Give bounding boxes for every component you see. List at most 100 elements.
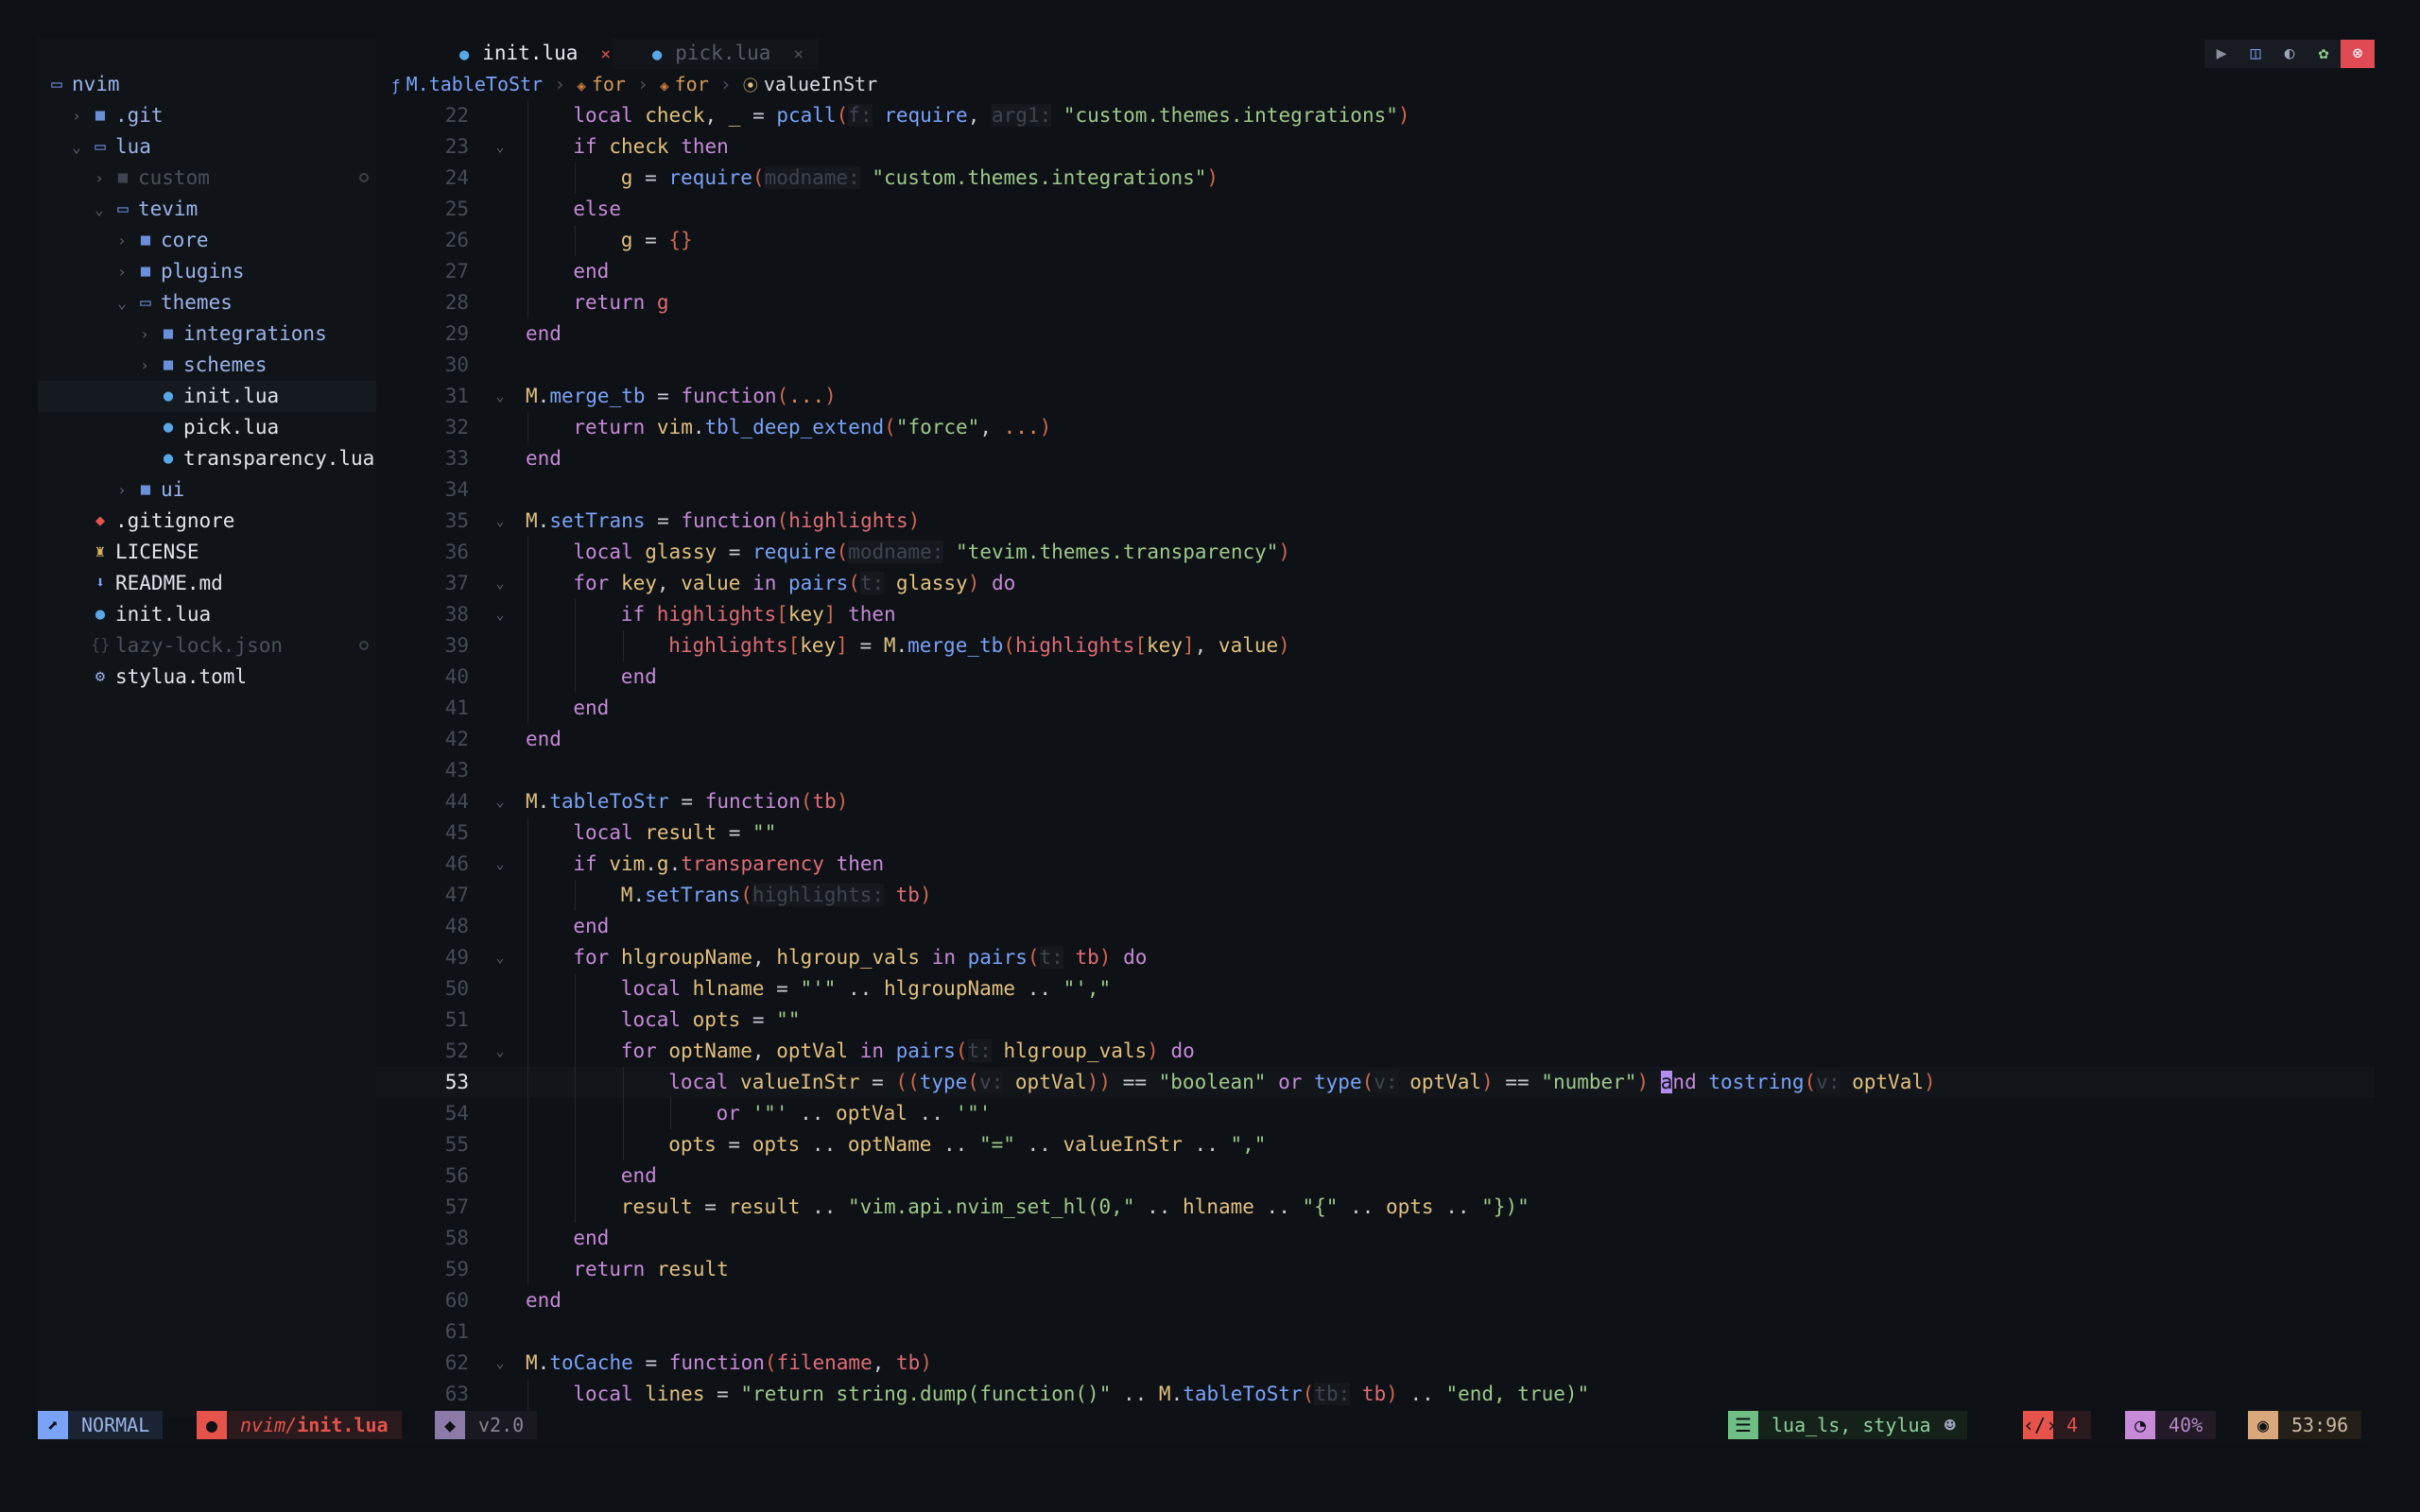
code-line[interactable]: 22 local check, _ = pcall(f: require, arg… bbox=[376, 100, 2375, 131]
code-line[interactable]: 35 ⌄ M.setTrans = function(highlights) bbox=[376, 506, 2375, 537]
code-line[interactable]: 39 highlights[key] = M.merge_tb(highlight… bbox=[376, 630, 2375, 662]
tree-item[interactable]: ● transparency.lua bbox=[38, 443, 376, 474]
fold-chevron-icon[interactable]: ⌄ bbox=[493, 1036, 507, 1067]
chevron-right-icon[interactable]: › bbox=[115, 256, 129, 287]
code-line[interactable]: 30 bbox=[376, 350, 2375, 381]
tree-item[interactable]: ◆ .gitignore bbox=[38, 506, 376, 537]
close-icon[interactable]: × bbox=[793, 44, 804, 64]
tree-item[interactable]: › ■ core bbox=[38, 225, 376, 256]
tree-item[interactable]: › ■ integrations bbox=[38, 318, 376, 350]
split-icon[interactable]: ◫ bbox=[2238, 40, 2273, 68]
close-icon[interactable]: × bbox=[600, 44, 611, 64]
line-number: 56 bbox=[444, 1164, 469, 1187]
tree-item[interactable]: › ■ plugins bbox=[38, 256, 376, 287]
code-line[interactable]: 32 return vim.tbl_deep_extend("force", ..… bbox=[376, 412, 2375, 443]
tree-item[interactable]: › ■ ui bbox=[38, 474, 376, 506]
code-line[interactable]: 53 local valueInStr = ((type(v: optVal)) … bbox=[376, 1067, 2375, 1098]
code-line[interactable]: 34 bbox=[376, 474, 2375, 506]
chevron-right-icon[interactable]: › bbox=[93, 163, 106, 194]
code-line[interactable]: 26 g = {} bbox=[376, 225, 2375, 256]
breadcrumb-variable[interactable]: valueInStr bbox=[764, 73, 877, 95]
copilot-icon[interactable]: ☻ bbox=[1944, 1411, 1967, 1439]
fold-chevron-icon[interactable]: ⌄ bbox=[493, 849, 507, 880]
tree-item[interactable]: ● init.lua bbox=[38, 599, 376, 630]
tree-item[interactable]: ♜ LICENSE bbox=[38, 537, 376, 568]
code-editor[interactable]: 22 local check, _ = pcall(f: require, arg… bbox=[376, 100, 2375, 1418]
code-line[interactable]: 55 opts = opts .. optName .. "=" .. value… bbox=[376, 1129, 2375, 1160]
chevron-down-icon[interactable]: ⌄ bbox=[93, 194, 106, 225]
fold-chevron-icon[interactable]: ⌄ bbox=[493, 131, 507, 163]
tree-item[interactable]: ⌄ ▭ themes bbox=[38, 287, 376, 318]
tree-item[interactable]: ● init.lua bbox=[38, 381, 376, 412]
code-line[interactable]: 28 return g bbox=[376, 287, 2375, 318]
chevron-right-icon[interactable]: › bbox=[70, 100, 83, 131]
tree-item[interactable]: ● pick.lua bbox=[38, 412, 376, 443]
code-line[interactable]: 42 end bbox=[376, 724, 2375, 755]
fold-chevron-icon[interactable]: ⌄ bbox=[493, 1348, 507, 1379]
tree-item[interactable]: {} lazy-lock.json bbox=[38, 630, 376, 662]
code-line[interactable]: 25 else bbox=[376, 194, 2375, 225]
chevron-right-icon[interactable]: › bbox=[115, 225, 129, 256]
code-line[interactable]: 52 ⌄ for optName, optVal in pairs(t: hlgro… bbox=[376, 1036, 2375, 1067]
chevron-down-icon[interactable]: ⌄ bbox=[115, 287, 129, 318]
code-line[interactable]: 27 end bbox=[376, 256, 2375, 287]
fold-chevron-icon[interactable]: ⌄ bbox=[493, 942, 507, 973]
tab-pick-lua[interactable]: ● pick.lua × bbox=[613, 38, 820, 69]
code-line[interactable]: 48 end bbox=[376, 911, 2375, 942]
code-line[interactable]: 31 ⌄ M.merge_tb = function(...) bbox=[376, 381, 2375, 412]
code-line[interactable]: 45 local result = "" bbox=[376, 817, 2375, 849]
code-line[interactable]: 57 result = result .. "vim.api.nvim_set_h… bbox=[376, 1192, 2375, 1223]
code-line[interactable]: 44 ⌄ M.tableToStr = function(tb) bbox=[376, 786, 2375, 817]
code-line[interactable]: 63 local lines = "return string.dump(func… bbox=[376, 1379, 2375, 1410]
chevron-right-icon[interactable]: › bbox=[138, 318, 151, 350]
code-line[interactable]: 29 end bbox=[376, 318, 2375, 350]
breadcrumb-function[interactable]: M.tableToStr bbox=[406, 73, 544, 95]
code-line[interactable]: 62 ⌄ M.toCache = function(filename, tb) bbox=[376, 1348, 2375, 1379]
play-icon[interactable]: ▶ bbox=[2204, 40, 2238, 68]
fold-chevron-icon[interactable]: ⌄ bbox=[493, 506, 507, 537]
code-line[interactable]: 37 ⌄ for key, value in pairs(t: glassy) do bbox=[376, 568, 2375, 599]
code-line[interactable]: 38 ⌄ if highlights[key] then bbox=[376, 599, 2375, 630]
code-line[interactable]: 41 end bbox=[376, 693, 2375, 724]
code-line[interactable]: 36 local glassy = require(modname: "tevim… bbox=[376, 537, 2375, 568]
code-line[interactable]: 24 g = require(modname: "custom.themes.in… bbox=[376, 163, 2375, 194]
code-line[interactable]: 60 end bbox=[376, 1285, 2375, 1316]
tree-item[interactable]: › ■ .git bbox=[38, 100, 376, 131]
contrast-icon[interactable]: ◐ bbox=[2273, 40, 2307, 68]
diagnostics-indicator[interactable]: ‹/› 4 bbox=[2023, 1408, 2092, 1442]
chevron-right-icon[interactable]: › bbox=[138, 350, 151, 381]
tab-init-lua[interactable]: ● init.lua × bbox=[459, 38, 611, 69]
code-line[interactable]: 56 end bbox=[376, 1160, 2375, 1192]
tree-item[interactable]: › ■ custom bbox=[38, 163, 376, 194]
tree-item[interactable]: › ■ schemes bbox=[38, 350, 376, 381]
tree-item[interactable]: ⌄ ▭ lua bbox=[38, 131, 376, 163]
fold-chevron-icon[interactable]: ⌄ bbox=[493, 786, 507, 817]
palette-icon[interactable]: ✿ bbox=[2307, 40, 2341, 68]
chevron-down-icon[interactable]: ⌄ bbox=[70, 131, 83, 163]
tree-item-label: custom bbox=[138, 166, 210, 189]
tree-item[interactable]: ▭ nvim bbox=[38, 69, 376, 100]
code-line[interactable]: 40 end bbox=[376, 662, 2375, 693]
tree-item[interactable]: ⚙ stylua.toml bbox=[38, 662, 376, 693]
code-line[interactable]: 54 or '"' .. optVal .. '"' bbox=[376, 1098, 2375, 1129]
close-icon[interactable]: ⊗ bbox=[2341, 40, 2375, 68]
code-line[interactable]: 46 ⌄ if vim.g.transparency then bbox=[376, 849, 2375, 880]
code-line[interactable]: 43 bbox=[376, 755, 2375, 786]
chevron-right-icon[interactable]: › bbox=[115, 474, 129, 506]
tree-item[interactable]: ⌄ ▭ tevim bbox=[38, 194, 376, 225]
code-line[interactable]: 23 ⌄ if check then bbox=[376, 131, 2375, 163]
code-line[interactable]: 51 local opts = "" bbox=[376, 1005, 2375, 1036]
code-line[interactable]: 59 return result bbox=[376, 1254, 2375, 1285]
tree-item[interactable]: ⬇ README.md bbox=[38, 568, 376, 599]
code-line[interactable]: 61 bbox=[376, 1316, 2375, 1348]
code-line[interactable]: 49 ⌄ for hlgroupName, hlgroup_vals in pair… bbox=[376, 942, 2375, 973]
breadcrumb-for[interactable]: for bbox=[592, 73, 626, 95]
fold-chevron-icon[interactable]: ⌄ bbox=[493, 381, 507, 412]
code-line[interactable]: 47 M.setTrans(highlights: tb) bbox=[376, 880, 2375, 911]
fold-chevron-icon[interactable]: ⌄ bbox=[493, 568, 507, 599]
code-line[interactable]: 58 end bbox=[376, 1223, 2375, 1254]
code-line[interactable]: 33 end bbox=[376, 443, 2375, 474]
code-line[interactable]: 50 local hlname = "'" .. hlgroupName .. "… bbox=[376, 973, 2375, 1005]
breadcrumb-for[interactable]: for bbox=[675, 73, 709, 95]
fold-chevron-icon[interactable]: ⌄ bbox=[493, 599, 507, 630]
